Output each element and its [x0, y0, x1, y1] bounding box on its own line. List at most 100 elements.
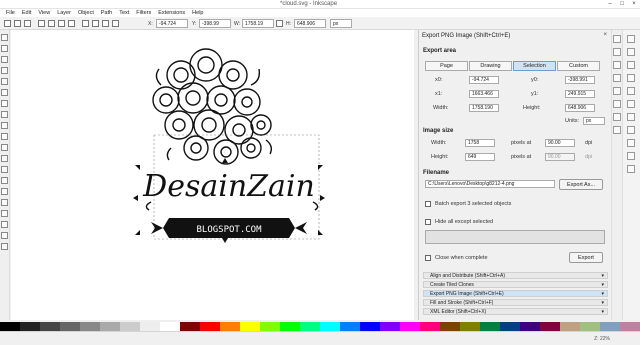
menu-object[interactable]: Object — [78, 9, 94, 17]
select-all-layers-icon[interactable] — [14, 20, 21, 27]
undo-icon[interactable] — [613, 113, 621, 121]
spray-tool-icon[interactable] — [1, 188, 8, 195]
close-dock-icon[interactable]: × — [603, 32, 607, 38]
export-button[interactable]: Export — [569, 252, 603, 263]
x-input[interactable]: -94.724 — [156, 19, 188, 28]
deselect-icon[interactable] — [24, 20, 31, 27]
swatch[interactable] — [540, 322, 560, 331]
menu-text[interactable]: Text — [119, 9, 129, 17]
dpi-input[interactable]: 90.00 — [545, 139, 575, 147]
redo-icon[interactable] — [613, 126, 621, 134]
snap-grid-icon[interactable] — [627, 152, 635, 160]
swatch[interactable] — [120, 322, 140, 331]
swatch[interactable] — [440, 322, 460, 331]
swatch[interactable] — [600, 322, 620, 331]
hide-all-checkbox[interactable] — [425, 219, 431, 225]
swatch[interactable] — [260, 322, 280, 331]
menu-path[interactable]: Path — [101, 9, 112, 17]
swatch[interactable] — [620, 322, 640, 331]
open-icon[interactable] — [613, 48, 621, 56]
swatch[interactable] — [0, 322, 20, 331]
swatch[interactable] — [140, 322, 160, 331]
snap-toggle-icon[interactable] — [627, 35, 635, 43]
swatch[interactable] — [200, 322, 220, 331]
swatch[interactable] — [240, 322, 260, 331]
maximize-icon[interactable]: □ — [616, 0, 628, 9]
img-width-input[interactable]: 1758 — [465, 139, 495, 147]
panel-fill-stroke[interactable]: Fill and Stroke (Shift+Ctrl+F) ▾ — [423, 299, 608, 306]
panel-tiled-clones[interactable]: Create Tiled Clones ▾ — [423, 281, 608, 288]
swatch[interactable] — [480, 322, 500, 331]
panel-align-distribute[interactable]: Align and Distribute (Shift+Ctrl+A) ▾ — [423, 272, 608, 279]
selector-tool-icon[interactable] — [1, 34, 8, 41]
color-palette[interactable] — [0, 322, 640, 331]
import-icon[interactable] — [613, 87, 621, 95]
gradient-tool-icon[interactable] — [1, 221, 8, 228]
text-tool-icon[interactable] — [1, 177, 8, 184]
tab-selection[interactable]: Selection — [513, 61, 556, 71]
tweak-tool-icon[interactable] — [1, 56, 8, 63]
rectangle-tool-icon[interactable] — [1, 89, 8, 96]
y1-input[interactable]: 249.915 — [565, 90, 595, 98]
star-tool-icon[interactable] — [1, 122, 8, 129]
snap-center-icon[interactable] — [627, 126, 635, 134]
swatch[interactable] — [460, 322, 480, 331]
units-select[interactable]: px — [583, 117, 605, 125]
snap-guide-icon[interactable] — [627, 165, 635, 173]
width-input[interactable]: 1758.190 — [469, 104, 499, 112]
snap-nodes-icon[interactable] — [627, 87, 635, 95]
swatch[interactable] — [60, 322, 80, 331]
pen-tool-icon[interactable] — [1, 155, 8, 162]
img-height-input[interactable]: 649 — [465, 153, 495, 161]
tab-custom[interactable]: Custom — [557, 61, 600, 71]
y0-input[interactable]: -398.991 — [565, 76, 595, 84]
3d-box-tool-icon[interactable] — [1, 100, 8, 107]
dropper-tool-icon[interactable] — [1, 232, 8, 239]
calligraphy-tool-icon[interactable] — [1, 166, 8, 173]
raise-to-top-icon[interactable] — [82, 20, 89, 27]
eraser-tool-icon[interactable] — [1, 199, 8, 206]
menu-filters[interactable]: Filters — [136, 9, 151, 17]
close-when-complete-checkbox[interactable] — [425, 255, 431, 261]
x0-input[interactable]: -94.724 — [469, 76, 499, 84]
ellipse-tool-icon[interactable] — [1, 111, 8, 118]
raise-icon[interactable] — [92, 20, 99, 27]
drawing-canvas[interactable]: DesainZain BLOGSPOT.COM — [11, 30, 414, 320]
swatch[interactable] — [280, 322, 300, 331]
swatch[interactable] — [180, 322, 200, 331]
filename-input[interactable]: C:\Users\Lenovo\Desktop\g8212-4.png — [425, 180, 555, 188]
swatch[interactable] — [40, 322, 60, 331]
spiral-tool-icon[interactable] — [1, 133, 8, 140]
menu-edit[interactable]: Edit — [22, 9, 31, 17]
tab-page[interactable]: Page — [425, 61, 468, 71]
swatch[interactable] — [420, 322, 440, 331]
measure-tool-icon[interactable] — [1, 78, 8, 85]
swatch[interactable] — [520, 322, 540, 331]
zoom-readout[interactable]: Z: 22% — [594, 336, 610, 342]
swatch[interactable] — [220, 322, 240, 331]
x1-input[interactable]: 1663.466 — [469, 90, 499, 98]
swatch[interactable] — [560, 322, 580, 331]
zoom-tool-icon[interactable] — [1, 67, 8, 74]
panel-export-png[interactable]: Export PNG Image (Shift+Ctrl+E) ▾ — [423, 290, 608, 297]
pencil-tool-icon[interactable] — [1, 144, 8, 151]
snap-intersections-icon[interactable] — [627, 113, 635, 121]
save-icon[interactable] — [613, 61, 621, 69]
swatch[interactable] — [80, 322, 100, 331]
select-all-icon[interactable] — [4, 20, 11, 27]
swatch[interactable] — [580, 322, 600, 331]
swatch[interactable] — [380, 322, 400, 331]
snap-corners-icon[interactable] — [627, 74, 635, 82]
menu-extensions[interactable]: Extensions — [158, 9, 185, 17]
lower-icon[interactable] — [102, 20, 109, 27]
flip-vertical-icon[interactable] — [68, 20, 75, 27]
swatch[interactable] — [160, 322, 180, 331]
h-input[interactable]: 648.906 — [294, 19, 326, 28]
close-icon[interactable]: × — [628, 0, 640, 9]
unit-select[interactable]: px — [330, 19, 352, 28]
minimize-icon[interactable]: – — [604, 0, 616, 9]
swatch[interactable] — [500, 322, 520, 331]
swatch[interactable] — [400, 322, 420, 331]
snap-bbox-icon[interactable] — [627, 48, 635, 56]
snap-edges-icon[interactable] — [627, 61, 635, 69]
